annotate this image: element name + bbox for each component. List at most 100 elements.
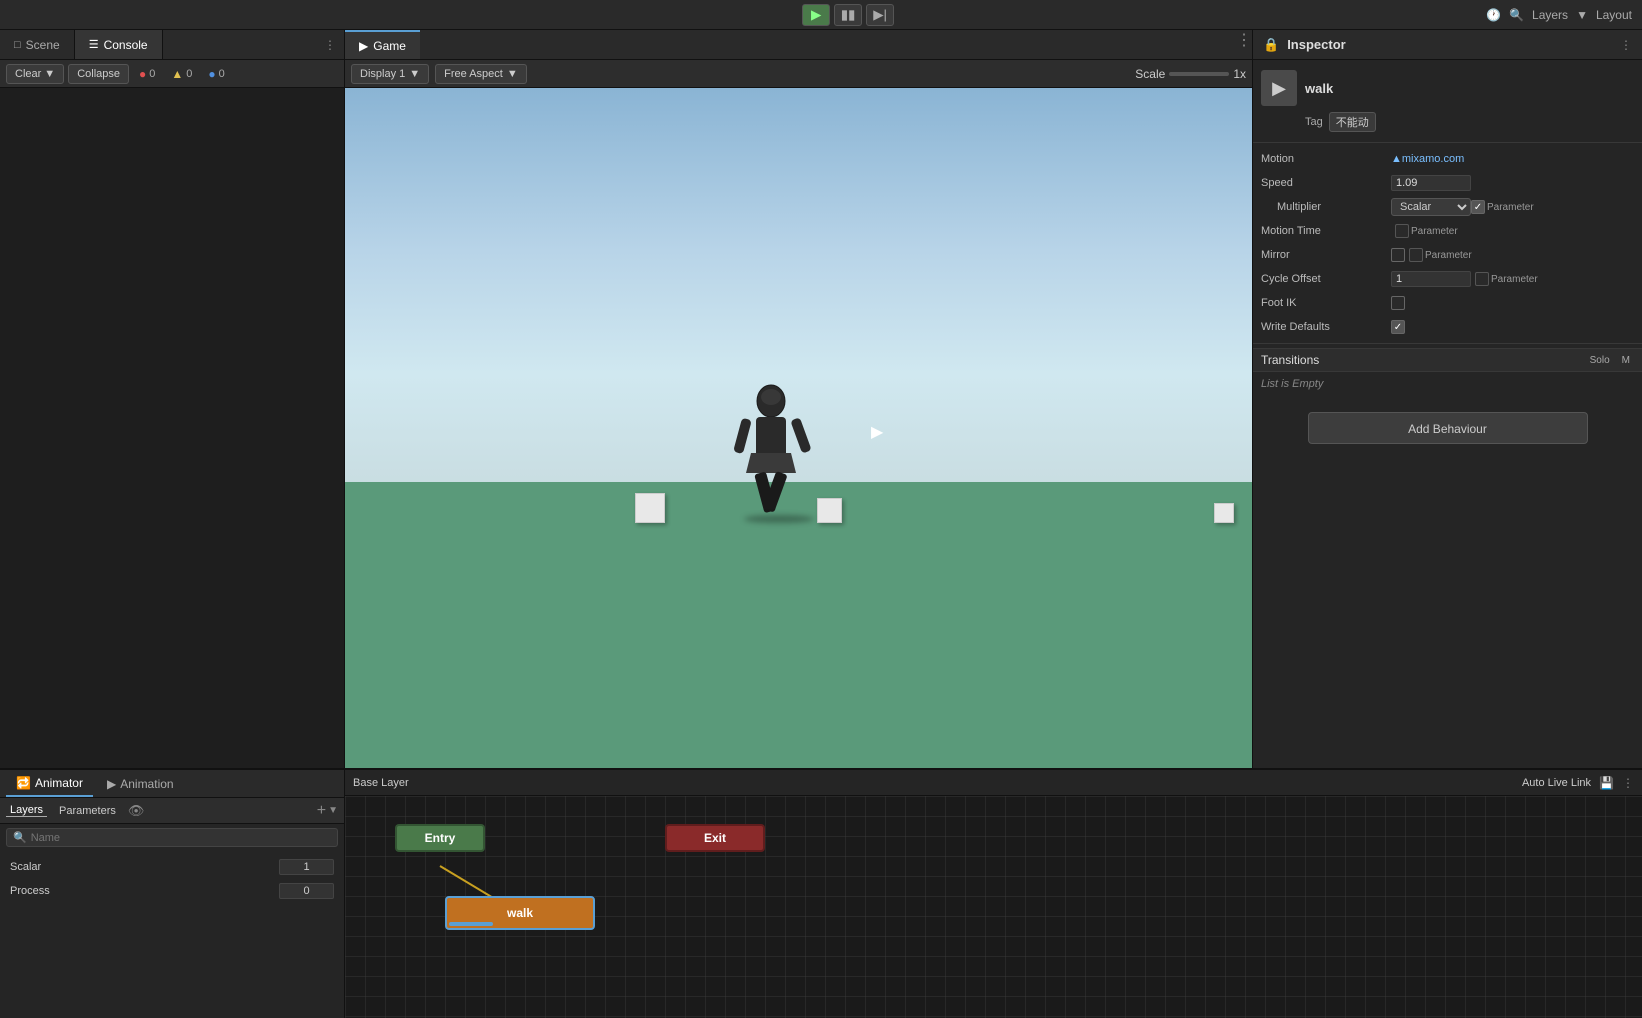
tab-parameters[interactable]: Parameters xyxy=(55,805,120,817)
viewport-ground xyxy=(345,482,1252,768)
add-param-button[interactable]: +▼ xyxy=(317,802,338,820)
layers-dropdown-icon[interactable]: ▼ xyxy=(1576,8,1588,22)
play-button[interactable]: ▶ xyxy=(802,4,830,26)
inspector-menu[interactable]: ⋮ xyxy=(1620,38,1632,52)
info-count: ● 0 xyxy=(202,67,230,81)
mirror-row: Mirror Parameter xyxy=(1253,243,1642,267)
console-icon: ☰ xyxy=(89,38,99,51)
cycle-offset-value[interactable]: 1 xyxy=(1391,271,1471,287)
auto-live-link[interactable]: Auto Live Link xyxy=(1522,777,1591,789)
display-dropdown[interactable]: Display 1 ▼ xyxy=(351,64,429,84)
eye-icon[interactable]: 👁 xyxy=(128,803,145,819)
scale-label: Scale xyxy=(1135,67,1165,81)
lock-icon[interactable]: 🔒 xyxy=(1263,37,1279,53)
divider-1 xyxy=(1253,142,1642,143)
motion-row: Motion ▲mixamo.com xyxy=(1253,147,1642,171)
cube-left xyxy=(635,493,665,523)
tab-animation[interactable]: ▶ Animation xyxy=(97,770,184,797)
game-tab-bar: ▶ Game ⋮ xyxy=(345,30,1252,60)
inspector-title: Inspector xyxy=(1287,37,1346,52)
speed-row: Speed 1.09 xyxy=(1253,171,1642,195)
cycle-offset-row: Cycle Offset 1 Parameter xyxy=(1253,267,1642,291)
multiplier-param-label: Parameter xyxy=(1487,202,1534,213)
search-icon-small: 🔍 xyxy=(13,831,27,844)
clear-button[interactable]: Clear ▼ xyxy=(6,64,64,84)
param-value-scalar[interactable] xyxy=(279,859,334,875)
divider-2 xyxy=(1253,343,1642,344)
mirror-param-checkbox[interactable] xyxy=(1409,248,1423,262)
left-panel: □ Scene ☰ Console ⋮ Clear ▼ Collapse ● 0 xyxy=(0,30,345,768)
cursor-arrow: ▶ xyxy=(871,422,883,442)
foot-ik-row: Foot IK xyxy=(1253,291,1642,315)
search-input[interactable] xyxy=(31,832,151,844)
state-walk[interactable]: walk xyxy=(445,896,595,930)
motion-value[interactable]: ▲mixamo.com xyxy=(1391,153,1634,165)
graph-menu-btn[interactable]: 💾 xyxy=(1599,776,1614,790)
layout-label[interactable]: Layout xyxy=(1596,8,1632,22)
inspector-content: ▶ walk Tag 不能动 Motion ▲mixamo.com Speed … xyxy=(1253,60,1642,768)
tab-console[interactable]: ☰ Console xyxy=(75,30,163,59)
history-icon: 🕐 xyxy=(1486,8,1501,22)
list-empty: List is Empty xyxy=(1253,372,1642,396)
base-layer-label: Base Layer xyxy=(353,777,409,789)
speed-value[interactable]: 1.09 xyxy=(1391,175,1471,191)
solo-mute-area: Solo M xyxy=(1586,355,1634,366)
aspect-dropdown[interactable]: Free Aspect ▼ xyxy=(435,64,527,84)
motion-time-checkbox[interactable] xyxy=(1395,224,1409,238)
scale-value: 1x xyxy=(1233,67,1246,81)
game-tab-menu[interactable]: ⋮ xyxy=(1236,30,1252,59)
tab-layers[interactable]: Layers xyxy=(6,804,47,817)
animator-tab-bar: 🔁 Animator ▶ Animation xyxy=(0,770,344,798)
add-behaviour-button[interactable]: Add Behaviour xyxy=(1308,412,1588,444)
state-entry[interactable]: Entry xyxy=(395,824,485,852)
state-exit[interactable]: Exit xyxy=(665,824,765,852)
warn-count: ▲ 0 xyxy=(165,67,198,81)
step-button[interactable]: ▶| xyxy=(866,4,894,26)
right-panel: 🔒 Inspector ⋮ ▶ walk Tag 不能动 Motion ▲mix… xyxy=(1252,30,1642,768)
clear-dropdown-icon[interactable]: ▼ xyxy=(44,68,55,80)
top-bar-right: 🕐 🔍 Layers ▼ Layout xyxy=(1486,8,1632,22)
cycle-offset-param-label: Parameter xyxy=(1491,274,1538,285)
param-value-process[interactable] xyxy=(279,883,334,899)
tag-row: Tag 不能动 xyxy=(1253,110,1642,138)
animator-panel: 🔁 Animator ▶ Animation Layers Parameters… xyxy=(0,770,345,1018)
inspector-tab-bar: 🔒 Inspector ⋮ xyxy=(1253,30,1642,60)
pause-button[interactable]: ▮▮ xyxy=(834,4,862,26)
multiplier-select[interactable]: Scalar xyxy=(1391,198,1471,216)
mirror-checkbox[interactable] xyxy=(1391,248,1405,262)
write-defaults-row: Write Defaults ✓ xyxy=(1253,315,1642,339)
transitions-header: Transitions Solo M xyxy=(1253,348,1642,372)
search-icon[interactable]: 🔍 xyxy=(1509,8,1524,22)
write-defaults-checkbox[interactable]: ✓ xyxy=(1391,320,1405,334)
main-area: □ Scene ☰ Console ⋮ Clear ▼ Collapse ● 0 xyxy=(0,30,1642,768)
game-area: ▶ Game ⋮ Display 1 ▼ Free Aspect ▼ Scale… xyxy=(345,30,1252,768)
graph-canvas: Entry Exit walk xyxy=(345,796,1642,1018)
multiplier-label: Multiplier xyxy=(1261,201,1391,213)
collapse-button[interactable]: Collapse xyxy=(68,64,129,84)
motion-time-param-label: Parameter xyxy=(1411,226,1458,237)
solo-label: Solo xyxy=(1586,355,1614,366)
error-count: ● 0 xyxy=(133,67,161,81)
editor-tab-bar: □ Scene ☰ Console ⋮ xyxy=(0,30,344,60)
tab-game[interactable]: ▶ Game xyxy=(345,30,420,59)
param-list: Scalar Process xyxy=(0,851,344,907)
top-bar: ▶ ▮▮ ▶| 🕐 🔍 Layers ▼ Layout xyxy=(0,0,1642,30)
tag-label: Tag xyxy=(1305,116,1323,128)
cycle-offset-param-checkbox[interactable] xyxy=(1475,272,1489,286)
param-name-scalar: Scalar xyxy=(10,861,279,873)
layers-label[interactable]: Layers xyxy=(1532,8,1568,22)
foot-ik-checkbox[interactable] xyxy=(1391,296,1405,310)
tab-menu-btn[interactable]: ⋮ xyxy=(316,30,344,59)
graph-dots-btn[interactable]: ⋮ xyxy=(1622,776,1634,790)
animator-icon: 🔁 xyxy=(16,776,31,790)
scene-icon: □ xyxy=(14,39,21,51)
motion-time-row: Motion Time Parameter xyxy=(1253,219,1642,243)
tab-scene[interactable]: □ Scene xyxy=(0,30,75,59)
playback-controls: ▶ ▮▮ ▶| xyxy=(802,4,894,26)
tag-value[interactable]: 不能动 xyxy=(1329,112,1376,132)
scale-slider[interactable] xyxy=(1169,72,1229,76)
motion-time-label: Motion Time xyxy=(1261,225,1391,237)
tab-animator[interactable]: 🔁 Animator xyxy=(6,770,93,797)
console-toolbar: Clear ▼ Collapse ● 0 ▲ 0 ● 0 xyxy=(0,60,344,88)
multiplier-param-checkbox[interactable]: ✓ xyxy=(1471,200,1485,214)
